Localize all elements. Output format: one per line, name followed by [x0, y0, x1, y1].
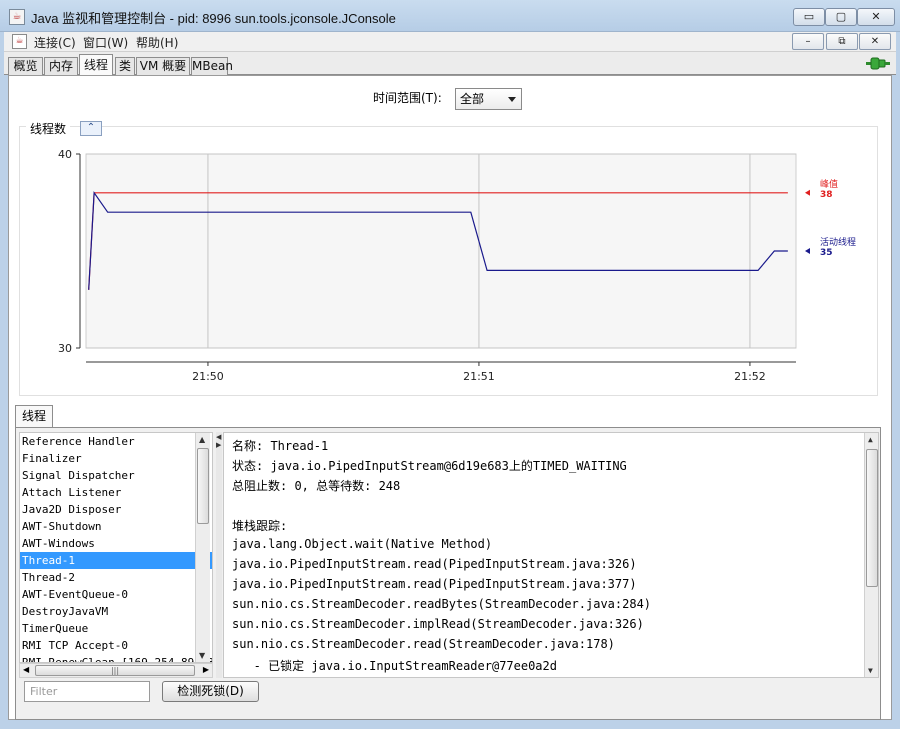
thread-list-item[interactable]: AWT-Windows — [20, 535, 212, 552]
series-value-1: 35 — [820, 248, 833, 258]
stack-frame: - 已锁定 java.io.InputStreamReader@77ee0a2d — [232, 659, 557, 673]
thread-name: 名称: Thread-1 — [232, 439, 329, 453]
series-marker-0 — [805, 189, 810, 196]
thread-detail-panel: Reference Handler Finalizer Signal Dispatc… — [15, 427, 881, 720]
thread-list-item[interactable]: RMI RenewClean-[169.254.89.23: — [20, 654, 212, 662]
thread-list-item[interactable]: Thread-2 — [20, 569, 212, 586]
thread-list-item[interactable]: Finalizer — [20, 450, 212, 467]
mdi-close-button[interactable]: ✕ — [859, 33, 891, 50]
thread-block-counts: 总阻止数: 0, 总等待数: 248 — [232, 479, 401, 493]
java-app-icon: ☕ — [9, 9, 25, 25]
split-pane-divider[interactable]: ◀ ▶ — [216, 432, 222, 678]
time-range-label: 时间范围(T): — [373, 91, 442, 105]
series-marker-1 — [805, 248, 810, 254]
x-tick-label: 21:52 — [734, 370, 766, 383]
tab-memory[interactable]: 内存 — [44, 57, 78, 75]
thread-state: 状态: java.io.PipedInputStream@6d19e683上的T… — [232, 459, 627, 473]
connection-plug-icon[interactable] — [866, 57, 890, 70]
y-tick-label: 40 — [58, 148, 72, 161]
series-label-0: 峰值 — [820, 178, 838, 190]
thread-count-chart: 40 30 21:50 21:51 21:52 峰值38 活动线程35 — [58, 148, 856, 383]
menu-window[interactable]: 窗口(W) — [83, 34, 128, 51]
window-title-bar[interactable]: ☕ Java 监视和管理控制台 - pid: 8996 sun.tools.jc… — [0, 0, 900, 32]
maximize-button[interactable]: ▢ — [825, 8, 857, 26]
thread-list-item[interactable]: Signal Dispatcher — [20, 467, 212, 484]
stack-frame: java.io.InputStreamReader.read(InputStre… — [232, 677, 651, 678]
stack-trace-header: 堆栈跟踪: — [232, 519, 288, 533]
java-doc-icon: ☕ — [12, 34, 27, 49]
thread-list-item[interactable]: AWT-Shutdown — [20, 518, 212, 535]
menu-connection[interactable]: 连接(C) — [34, 34, 76, 51]
close-button[interactable]: ✕ — [857, 8, 895, 26]
split-left-arrow-icon[interactable]: ◀ — [216, 433, 221, 441]
threads-content-panel: 时间范围(T): 全部 线程数 ⌃ 40 30 21:50 21:51 21:52 峰值 3… — [8, 75, 892, 720]
stack-frame: java.lang.Object.wait(Native Method) — [232, 537, 493, 551]
thread-list-item[interactable]: RMI TCP Accept-0 — [20, 637, 212, 654]
x-tick-label: 21:51 — [463, 370, 495, 383]
thread-list-item[interactable]: Attach Listener — [20, 484, 212, 501]
scroll-down-icon[interactable]: ▼ — [199, 651, 205, 660]
scroll-left-icon[interactable]: ◀ — [23, 665, 29, 674]
thread-list-item[interactable]: AWT-EventQueue-0 — [20, 586, 212, 603]
tab-overview[interactable]: 概览 — [8, 57, 43, 75]
thread-list-scroll-thumb[interactable] — [197, 448, 209, 524]
detail-scroll-thumb[interactable] — [866, 449, 878, 587]
scroll-right-icon[interactable]: ▶ — [203, 665, 209, 674]
menubar: ☕ 连接(C) 窗口(W) 帮助(H) – ⧉ ✕ — [4, 32, 896, 52]
series-label-1: 活动线程 — [820, 236, 856, 248]
thread-list[interactable]: Reference Handler Finalizer Signal Dispatc… — [19, 432, 213, 663]
x-tick-label: 21:50 — [192, 370, 224, 383]
chevron-down-icon — [508, 97, 516, 102]
mdi-minimize-button[interactable]: – — [792, 33, 824, 50]
thread-filter-input[interactable]: Filter — [24, 681, 150, 702]
menu-help[interactable]: 帮助(H) — [136, 34, 178, 51]
detail-vscrollbar[interactable]: ▲ ▼ — [864, 433, 878, 677]
tab-threads[interactable]: 线程 — [79, 54, 113, 76]
stack-frame: sun.nio.cs.StreamDecoder.implRead(Stream… — [232, 617, 644, 631]
scroll-up-icon[interactable]: ▲ — [868, 435, 873, 444]
thread-list-item[interactable]: Thread-1 — [20, 552, 212, 569]
time-range-value: 全部 — [460, 92, 485, 106]
tab-mbean[interactable]: MBean — [191, 57, 233, 75]
tab-vm-summary[interactable]: VM 概要 — [136, 57, 190, 75]
split-right-arrow-icon[interactable]: ▶ — [216, 441, 221, 449]
tab-thread-list[interactable]: 线程 — [15, 405, 53, 427]
stack-frame: sun.nio.cs.StreamDecoder.readBytes(Strea… — [232, 597, 652, 611]
thread-list-hscrollbar[interactable]: ◀ ||| ▶ — [19, 663, 213, 678]
mdi-restore-button[interactable]: ⧉ — [826, 33, 858, 50]
tab-classes[interactable]: 类 — [115, 57, 135, 75]
time-range-select[interactable]: 全部 — [455, 88, 522, 110]
thread-list-item[interactable]: Java2D Disposer — [20, 501, 212, 518]
thread-list-item[interactable]: TimerQueue — [20, 620, 212, 637]
thread-stack-detail[interactable]: 名称: Thread-1 状态: java.io.PipedInputStrea… — [223, 432, 879, 678]
window-title: Java 监视和管理控制台 - pid: 8996 sun.tools.jcon… — [31, 11, 396, 26]
scroll-up-icon[interactable]: ▲ — [199, 435, 205, 444]
thread-list-vscrollbar[interactable]: ▲ ▼ — [195, 433, 210, 662]
stack-frame: java.io.PipedInputStream.read(PipedInput… — [232, 557, 637, 571]
thread-count-chart-panel: 线程数 ⌃ 40 30 21:50 21:51 21:52 峰值 38 活动线程 35 — [19, 120, 878, 396]
plot-area — [85, 153, 797, 349]
thread-list-item[interactable]: DestroyJavaVM — [20, 603, 212, 620]
detect-deadlock-button[interactable]: 检测死锁(D) — [162, 681, 259, 702]
stack-frame: java.io.PipedInputStream.read(PipedInput… — [232, 577, 637, 591]
y-tick-label: 30 — [58, 342, 72, 355]
thread-list-item[interactable]: Reference Handler — [20, 433, 212, 450]
series-value-0: 38 — [820, 190, 833, 200]
stack-frame: sun.nio.cs.StreamDecoder.read(StreamDeco… — [232, 637, 615, 651]
minimize-button[interactable]: ▭ — [793, 8, 825, 26]
thread-list-hscroll-thumb[interactable]: ||| — [35, 665, 195, 676]
scroll-down-icon[interactable]: ▼ — [868, 666, 873, 675]
main-tab-bar: 概览 内存 线程 类 VM 概要 MBean — [4, 52, 896, 76]
